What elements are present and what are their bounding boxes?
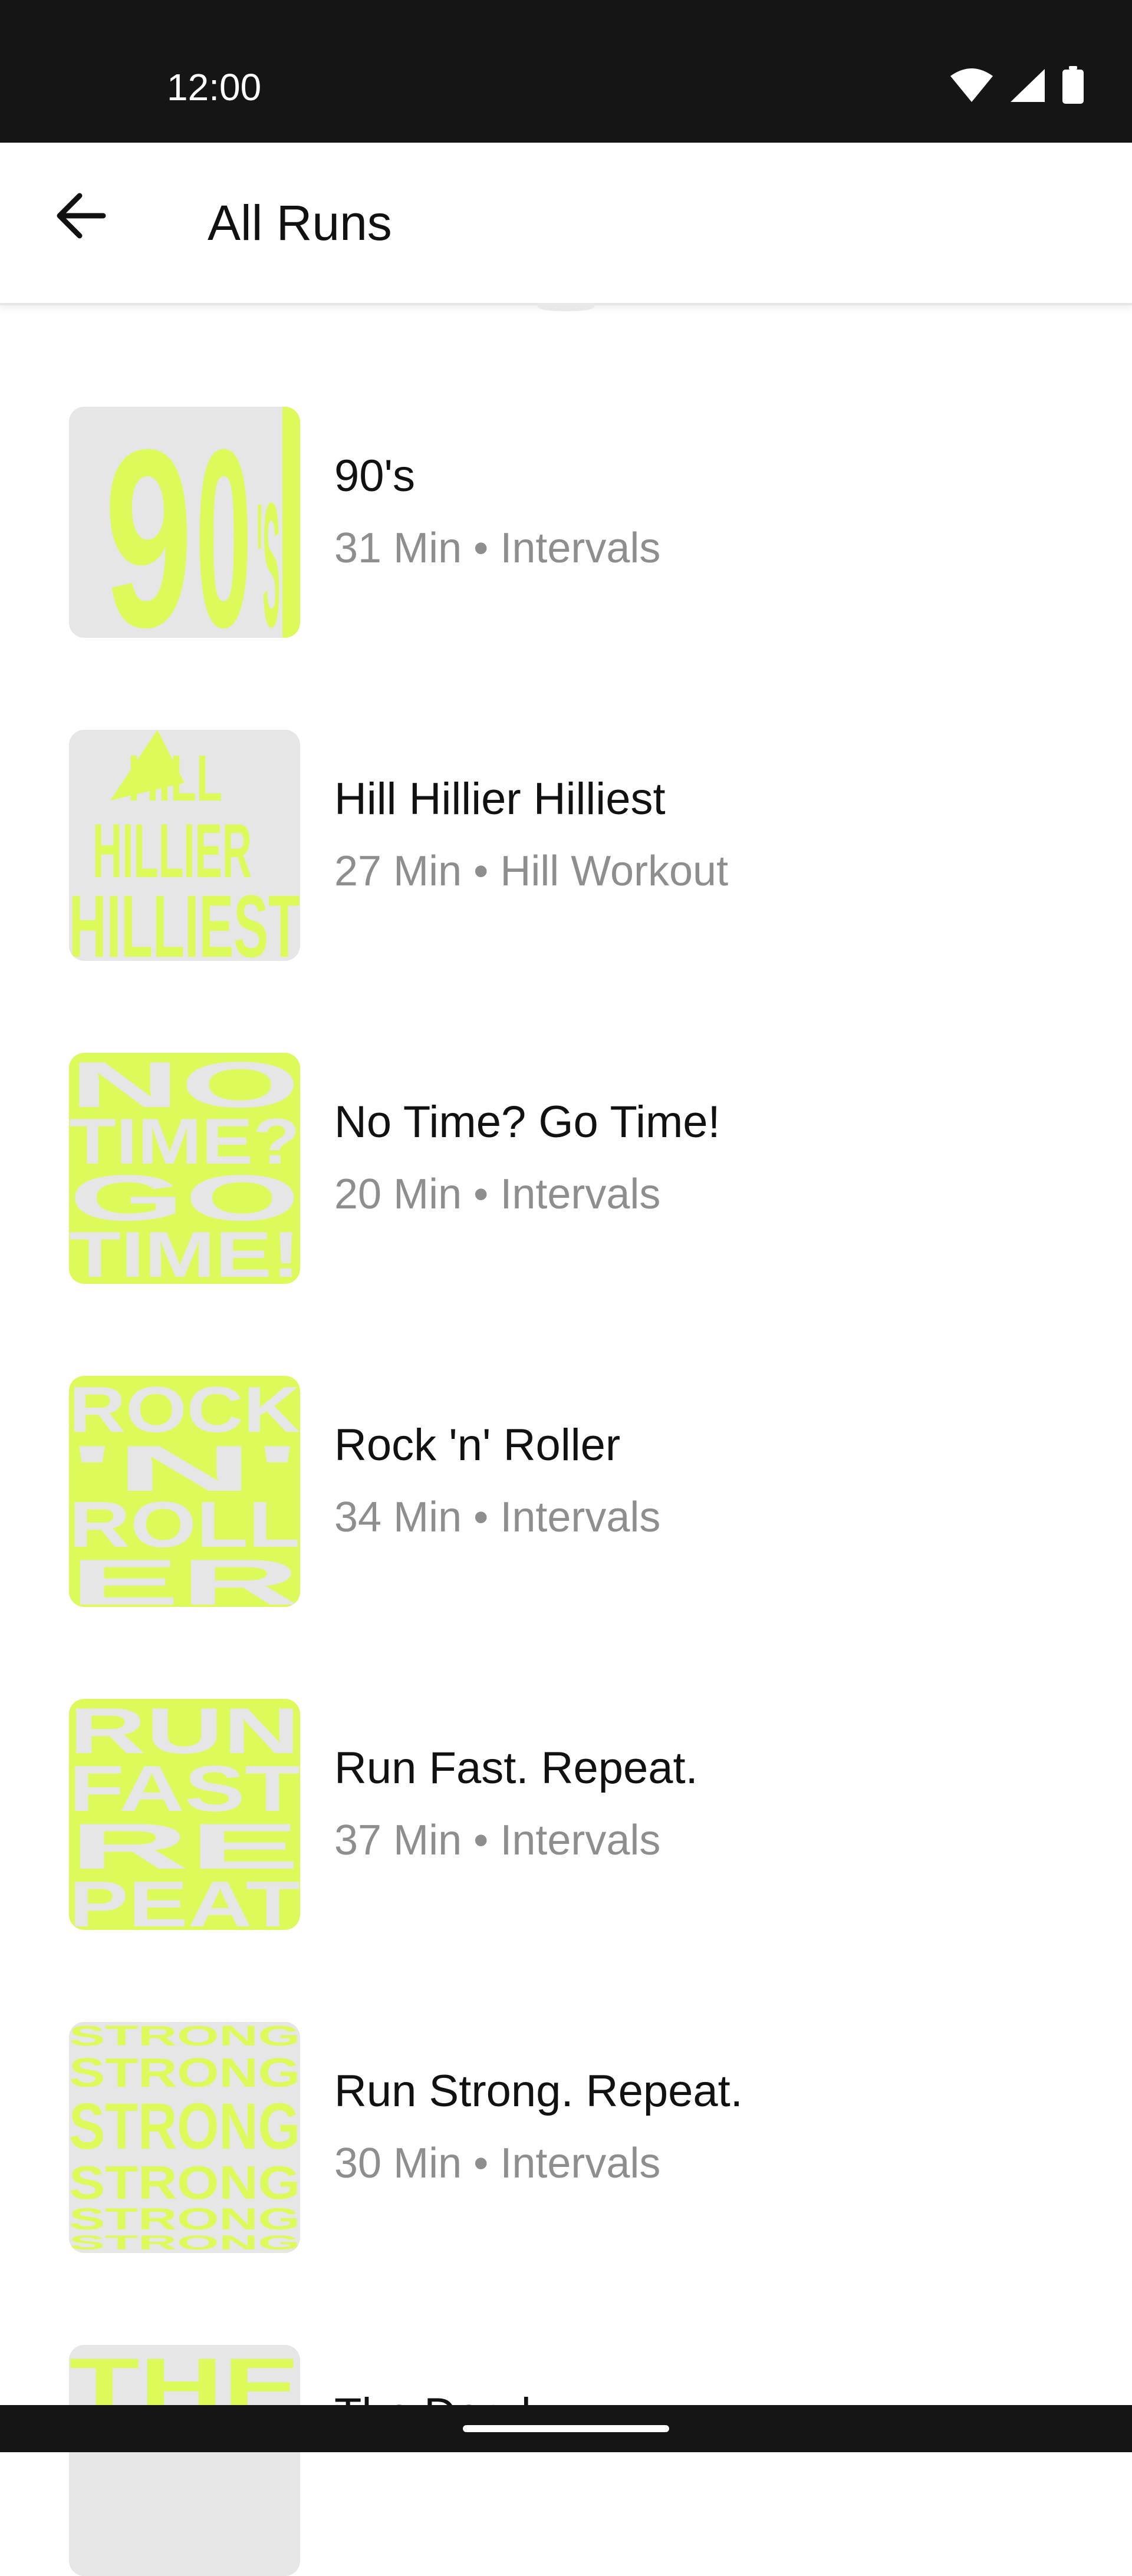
run-subtitle: 37 Min • Intervals [334, 1817, 661, 1864]
list-item[interactable]: STRONG STRONG STRONG STRONG STRONG STRON… [0, 2022, 1132, 2253]
pull-indicator [538, 303, 594, 311]
svg-text:STRONG: STRONG [69, 2232, 300, 2253]
run-title: Rock 'n' Roller [334, 1420, 621, 1470]
run-title: 90's [334, 451, 416, 501]
page-title: All Runs [208, 195, 392, 251]
signal-icon [1009, 68, 1046, 106]
run-artwork-partial: THE [69, 2345, 300, 2576]
status-bar: 12:00 [0, 0, 1132, 143]
run-subtitle: 30 Min • Intervals [334, 2140, 661, 2187]
svg-text:STRONG: STRONG [69, 2090, 300, 2163]
svg-text:9: 9 [104, 407, 193, 638]
run-title: No Time? Go Time! [334, 1097, 720, 1147]
run-artwork-no-time: NO TIME? GO TIME! [69, 1053, 300, 1284]
arrow-left-icon [54, 192, 107, 242]
svg-text:STRONG: STRONG [69, 2022, 300, 2052]
svg-text:HILL: HILL [128, 742, 222, 815]
list-item[interactable]: THE The Dead... [0, 2345, 1132, 2576]
list-item[interactable]: HILL HILLIER HILLIEST Hill Hillier Hilli… [0, 730, 1132, 961]
run-title: Run Strong. Repeat. [334, 2066, 743, 2116]
back-button[interactable] [47, 184, 113, 250]
list-item[interactable]: 9 0 'S 90's 31 Min • Intervals [0, 407, 1132, 638]
status-time: 12:00 [167, 66, 262, 108]
list-item[interactable]: ROCK 'N' ROLL ER Rock 'n' Roller 34 Min … [0, 1376, 1132, 1607]
svg-text:'S: 'S [256, 466, 280, 638]
list-item[interactable]: RUN FAST RE PEAT Run Fast. Repeat. 37 Mi… [0, 1699, 1132, 1930]
list-item[interactable]: NO TIME? GO TIME! No Time? Go Time! 20 M… [0, 1053, 1132, 1284]
home-indicator[interactable] [463, 2425, 669, 2432]
status-icons [949, 65, 1085, 108]
run-artwork-rock-n-roller: ROCK 'N' ROLL ER [69, 1376, 300, 1607]
run-artwork-hill: HILL HILLIER HILLIEST [69, 730, 300, 961]
svg-text:0: 0 [196, 407, 252, 638]
wifi-icon [949, 68, 994, 106]
svg-text:ER: ER [69, 1546, 300, 1607]
run-title: Run Fast. Repeat. [334, 1743, 698, 1793]
run-subtitle: 34 Min • Intervals [334, 1494, 661, 1541]
navigation-bar [0, 2405, 1132, 2452]
app-bar: All Runs [0, 143, 1132, 305]
run-artwork-run-fast: RUN FAST RE PEAT [69, 1699, 300, 1930]
svg-text:PEAT: PEAT [69, 1868, 300, 1930]
run-title: Hill Hillier Hilliest [334, 774, 666, 824]
svg-text:STRONG: STRONG [69, 2156, 300, 2209]
run-artwork-90s: 9 0 'S [69, 407, 300, 638]
svg-text:STRONG: STRONG [69, 2050, 300, 2096]
run-subtitle: 31 Min • Intervals [334, 525, 661, 572]
run-artwork-run-strong: STRONG STRONG STRONG STRONG STRONG STRON… [69, 2022, 300, 2253]
svg-text:HILLIEST: HILLIEST [69, 877, 300, 961]
run-subtitle: 27 Min • Hill Workout [334, 848, 729, 895]
run-subtitle: 20 Min • Intervals [334, 1171, 661, 1218]
battery-icon [1061, 65, 1085, 108]
svg-text:TIME!: TIME! [69, 1218, 300, 1284]
